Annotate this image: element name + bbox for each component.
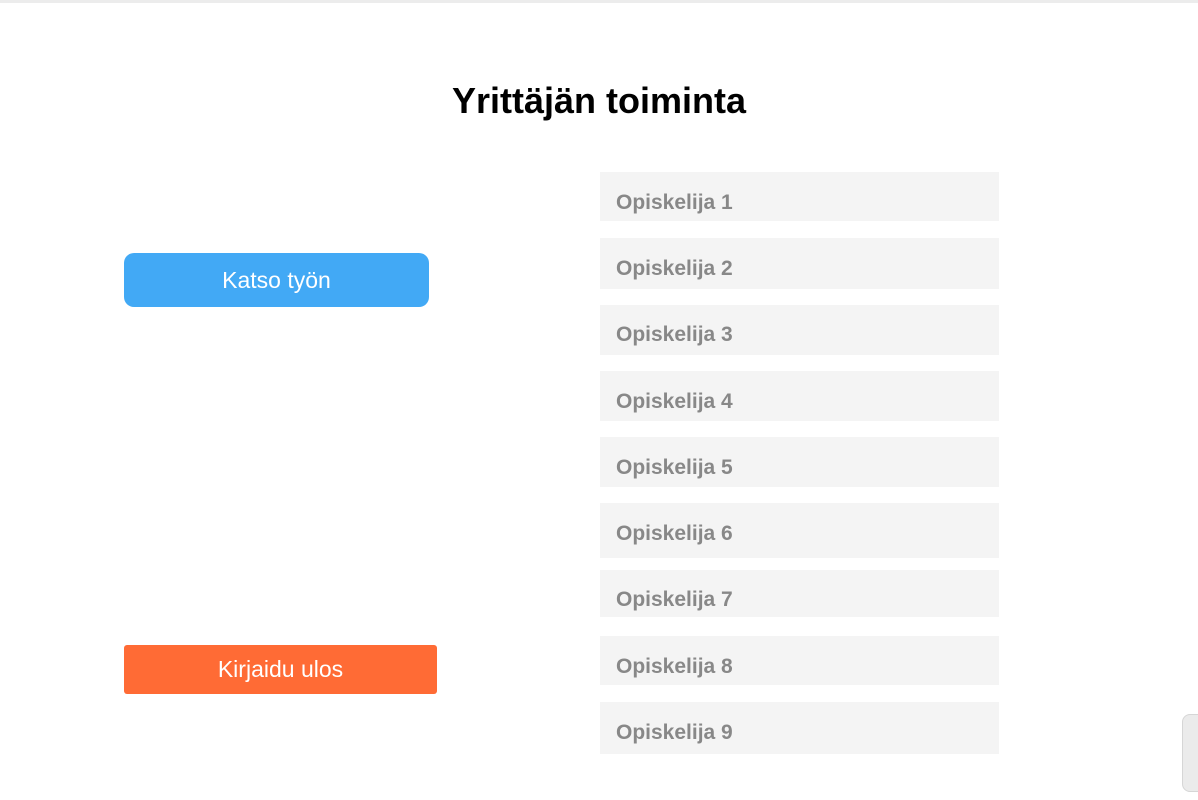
student-item-1[interactable]: Opiskelija 1 xyxy=(600,172,999,221)
student-item-2[interactable]: Opiskelija 2 xyxy=(600,238,999,289)
student-item-3[interactable]: Opiskelija 3 xyxy=(600,305,999,355)
student-item-8[interactable]: Opiskelija 8 xyxy=(600,636,999,685)
top-border xyxy=(0,0,1198,3)
student-item-6[interactable]: Opiskelija 6 xyxy=(600,503,999,558)
floating-side-tab[interactable] xyxy=(1182,714,1198,792)
logout-button[interactable]: Kirjaidu ulos xyxy=(124,645,437,694)
view-work-button[interactable]: Katso työn xyxy=(124,253,429,307)
student-item-7[interactable]: Opiskelija 7 xyxy=(600,570,999,617)
student-item-4[interactable]: Opiskelija 4 xyxy=(600,371,999,421)
page-title: Yrittäjän toiminta xyxy=(451,80,747,121)
student-item-9[interactable]: Opiskelija 9 xyxy=(600,702,999,754)
student-item-5[interactable]: Opiskelija 5 xyxy=(600,437,999,487)
